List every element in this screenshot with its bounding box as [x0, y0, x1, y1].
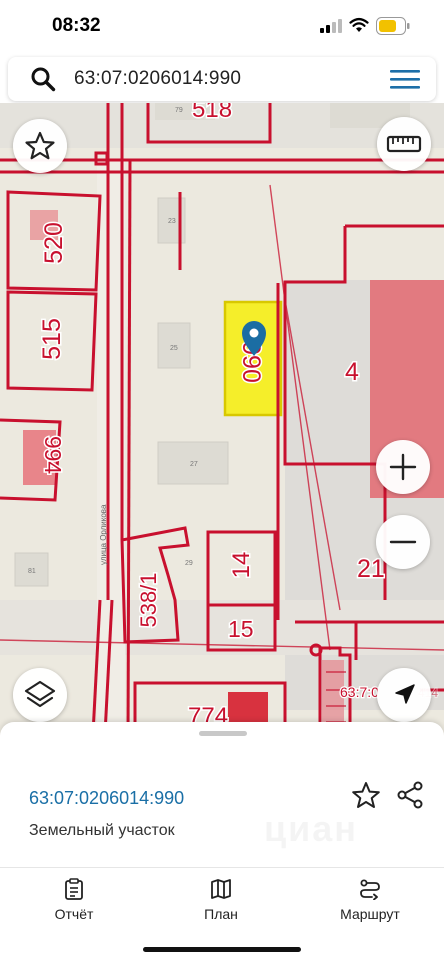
parcel-label-4: 4 [345, 358, 359, 386]
tab-report[interactable]: Отчёт [19, 878, 129, 928]
house-number-29: 29 [185, 560, 193, 567]
map-canvas[interactable]: 520 515 994 990 4 21 14 15 538/1 774 518… [0, 103, 444, 753]
minus-icon [389, 540, 417, 544]
plus-icon [389, 453, 417, 481]
cellular-signal-icon [320, 19, 342, 33]
map-plan-icon [211, 879, 231, 899]
house-number-27: 27 [190, 461, 198, 468]
cadastral-map[interactable]: 520 515 994 990 4 21 14 15 538/1 774 518… [0, 103, 444, 753]
my-location-button[interactable] [377, 668, 431, 722]
status-bar: 08:32 [0, 0, 444, 52]
route-icon [360, 879, 380, 900]
house-number-81: 81 [28, 568, 36, 575]
ruler-button[interactable] [377, 117, 431, 171]
search-input[interactable]: 63:07:0206014:990 [74, 68, 241, 90]
home-indicator[interactable] [143, 947, 301, 952]
parcel-label-538: 538/1 [136, 572, 161, 627]
search-icon[interactable] [30, 66, 56, 92]
star-outline-icon [25, 131, 55, 160]
navigation-arrow-icon [395, 684, 415, 704]
wifi-icon [349, 17, 369, 32]
tab-label: Отчёт [54, 906, 94, 922]
parcel-label-cut: 63:7:0 [340, 684, 379, 700]
parcel-label-515: 515 [38, 318, 66, 360]
house-number-23: 23 [168, 218, 176, 225]
share-icon[interactable] [396, 780, 424, 810]
street-name-label: улица Орликова [99, 504, 108, 565]
favorite-star-icon[interactable] [350, 780, 382, 810]
parcel-type: Земельный участок [29, 822, 175, 839]
report-icon [65, 878, 83, 900]
zoom-out-button[interactable] [376, 515, 430, 569]
ruler-icon [386, 135, 422, 153]
house-number-25: 25 [170, 345, 178, 352]
zoom-in-button[interactable] [376, 440, 430, 494]
hamburger-menu-icon[interactable] [388, 67, 422, 91]
parcel-label-15: 15 [228, 616, 254, 642]
layers-button[interactable] [13, 668, 67, 722]
parcel-bottom-sheet[interactable]: 63:07:0206014:990 Земельный участок циан [0, 722, 444, 867]
parcel-label-518: 518 [192, 103, 232, 123]
layers-icon [24, 680, 56, 708]
parcel-label-520: 520 [40, 222, 68, 264]
favorite-map-button[interactable] [13, 119, 67, 173]
watermark-logo: циан [264, 808, 358, 850]
tab-label: Маршрут [340, 906, 400, 922]
status-time: 08:32 [52, 15, 101, 36]
tab-route[interactable]: Маршрут [315, 878, 425, 928]
tab-plan[interactable]: План [166, 878, 276, 928]
parcel-label-994: 994 [40, 436, 66, 475]
parcel-id: 63:07:0206014:990 [29, 788, 185, 808]
search-bar[interactable]: 63:07:0206014:990 [8, 57, 436, 101]
house-number-79: 79 [175, 107, 183, 114]
tab-label: План [204, 906, 238, 922]
sheet-drag-handle[interactable] [199, 731, 247, 736]
parcel-label-14: 14 [228, 552, 255, 579]
battery-icon [376, 17, 410, 35]
